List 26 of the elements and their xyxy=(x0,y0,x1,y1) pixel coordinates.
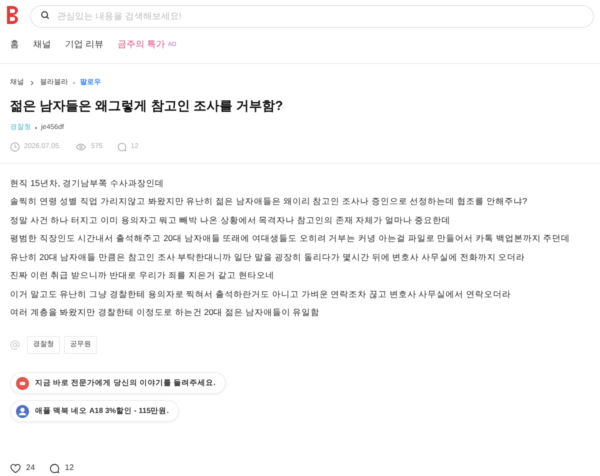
body-text: 유난히 20대 남자애들 만큼은 참고인 조사 부탁한대니까 일단 말을 굉장히 돌리다가 몇시간 뒤에 변호사 사무실에 전화까지 오더라 xyxy=(10,250,526,264)
search-field[interactable]: 관심있는 내용을 검색해보세요! xyxy=(30,4,594,28)
chevron-icon xyxy=(29,80,35,86)
body-text: 진짜 이런 취급 받으니까 반대로 우리가 죄를 지은거 같고 현타오네 xyxy=(10,269,276,282)
dot-separator xyxy=(35,126,37,129)
at-sign-icon xyxy=(10,340,20,350)
dot-separator xyxy=(73,82,75,84)
search-icon xyxy=(40,10,50,20)
body-text: 평범한 직장인도 시간내서 출석해주고 20대 남자애들 또래에 여대생들도 오히려 거부는 커녕 아는걸 파일로 만들어서 카톡 백업본까지 주던데 xyxy=(10,232,572,245)
nav-link[interactable]: 기업 리뷰 xyxy=(65,38,104,52)
eye-icon xyxy=(74,142,87,152)
comment-icon xyxy=(116,142,127,152)
body-text: 이거 말고도 유난히 그냥 경찰한테 용의자로 찍혀서 출석하란거도 아니고 가벼운 연락조차 끊고 변호사 사무실에서 연락오더라 xyxy=(10,288,512,300)
body-text: 현직 15년차, 경기남부쪽 수사과장인데 xyxy=(10,176,165,190)
post-title: 젊은 남자들은 왜그렇게 참고인 조사를 거부함? xyxy=(10,97,284,115)
body-text: 솔찍히 연령 성별 직업 가리지않고 봐왔지만 유난히 젊은 남자애들은 왜이리 참고인 조사나 증인으로 선정하는데 협조를 안해주냐? xyxy=(10,195,528,208)
heart-icon xyxy=(10,462,21,474)
nav-link[interactable]: 홈 xyxy=(10,38,19,52)
clock-icon xyxy=(10,142,20,152)
like-button[interactable]: 24 xyxy=(10,462,35,474)
comment-icon xyxy=(48,462,60,474)
body-text: 정말 사건 하나 터지고 이미 용의자고 뭐고 빼박 나온 상황에서 목격자나 참고인의 존재 자체가 얼마나 중요한데 xyxy=(10,214,452,226)
logo-icon[interactable] xyxy=(6,5,20,26)
body-text: 여러 계층을 봐왔지만 경찰한테 이정도로 하는건 20대 젊은 남자애들이 유일함 xyxy=(10,306,321,319)
comment-button[interactable]: 12 xyxy=(48,462,74,474)
nav-link[interactable]: 채널 xyxy=(33,38,51,52)
